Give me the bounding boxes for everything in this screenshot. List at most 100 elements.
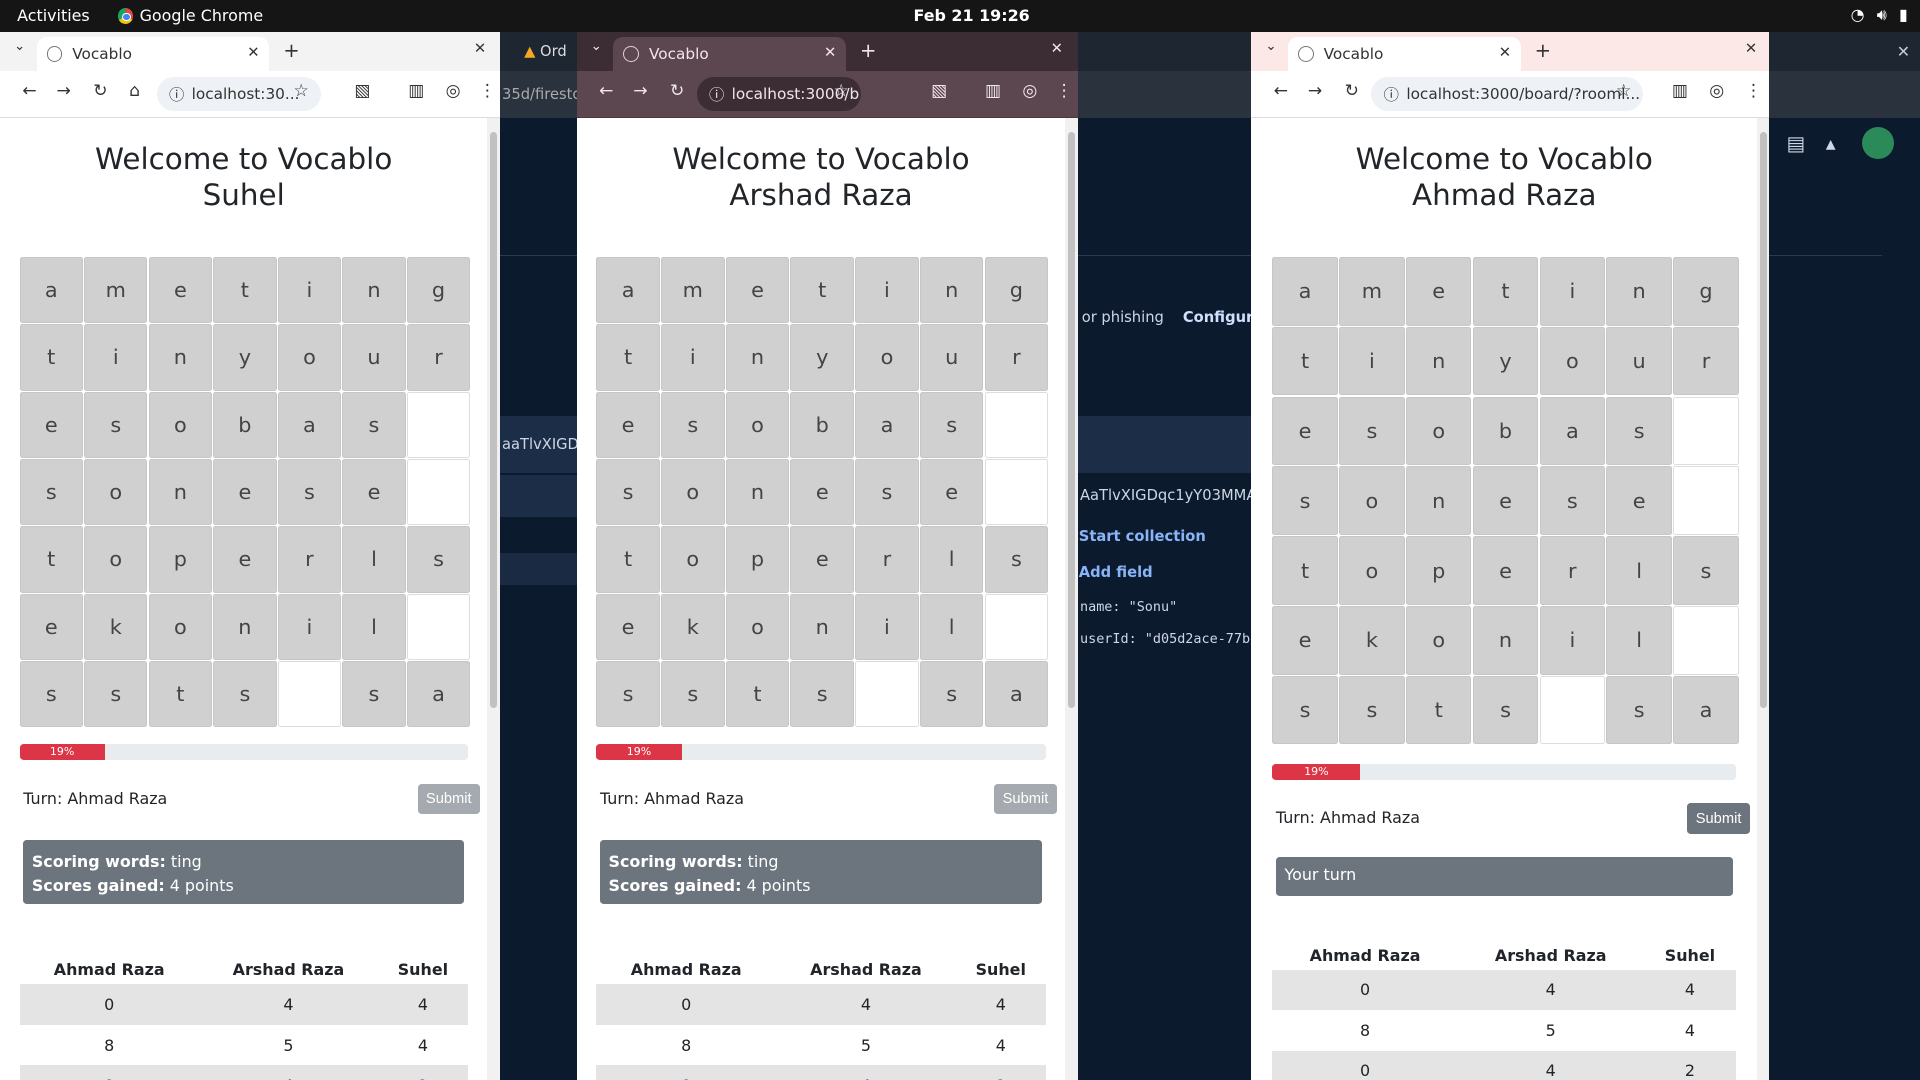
letter-cell[interactable]: o	[148, 391, 212, 458]
letter-cell[interactable]: s	[406, 526, 471, 593]
letter-cell[interactable]: s	[84, 661, 148, 728]
empty-cell[interactable]	[406, 593, 471, 660]
puzzle-icon[interactable]: ▧	[350, 81, 374, 101]
profile-icon[interactable]: ◎	[1018, 81, 1042, 101]
letter-cell[interactable]: y	[790, 324, 854, 391]
letter-cell[interactable]: a	[1272, 257, 1338, 326]
letter-cell[interactable]: t	[19, 526, 83, 593]
forward-icon[interactable]: →	[1303, 81, 1327, 101]
window-close-icon[interactable]: ✕	[468, 40, 492, 57]
letter-cell[interactable]: s	[661, 661, 725, 728]
letter-cell[interactable]: o	[1405, 606, 1472, 675]
letter-cell[interactable]: i	[1339, 326, 1405, 396]
letter-cell[interactable]: s	[855, 459, 919, 526]
letter-cell[interactable]: t	[1272, 536, 1338, 605]
scroll-thumb[interactable]	[1067, 132, 1076, 708]
letter-cell[interactable]: m	[1339, 257, 1405, 326]
tab-vocablo[interactable]: Vocablo ✕	[36, 36, 270, 71]
letter-cell[interactable]: b	[213, 391, 277, 458]
letter-cell[interactable]: k	[1339, 606, 1405, 675]
letter-cell[interactable]: s	[919, 661, 984, 728]
menu-icon[interactable]: ⋮	[1741, 81, 1765, 101]
letter-cell[interactable]: s	[596, 459, 660, 526]
sidepanel-icon[interactable]: ▥	[404, 81, 428, 101]
bookmark-star-icon[interactable]: ☆	[289, 81, 313, 101]
background-tab-orders[interactable]: ▲ Ord	[524, 43, 567, 60]
new-tab-icon[interactable]: +	[856, 39, 880, 62]
letter-cell[interactable]: n	[1405, 326, 1472, 396]
scroll-thumb[interactable]	[1759, 132, 1767, 708]
letter-cell[interactable]: r	[406, 324, 471, 391]
home-icon[interactable]: ⌂	[122, 81, 146, 101]
letter-cell[interactable]: n	[1606, 257, 1672, 326]
empty-cell[interactable]	[1673, 606, 1739, 675]
profile-icon[interactable]: ◎	[441, 81, 465, 101]
letter-cell[interactable]: t	[790, 257, 854, 324]
letter-cell[interactable]: n	[213, 593, 277, 660]
site-info-icon[interactable]: ⓘ	[1384, 83, 1399, 105]
back-icon[interactable]: ←	[17, 81, 41, 101]
letter-cell[interactable]: t	[19, 324, 83, 391]
close-icon[interactable]: ✕	[1897, 42, 1910, 61]
letter-cell[interactable]: e	[1272, 606, 1338, 675]
letter-cell[interactable]: l	[919, 593, 984, 660]
letter-cell[interactable]: b	[1472, 396, 1539, 466]
letter-cell[interactable]: o	[277, 324, 342, 391]
letter-cell[interactable]: e	[790, 526, 854, 593]
tab-search-chevron-icon[interactable]: ⌄	[1259, 39, 1283, 54]
letter-cell[interactable]: s	[1272, 675, 1338, 745]
letter-cell[interactable]: s	[1673, 536, 1739, 605]
letter-cell[interactable]: s	[596, 661, 660, 728]
letter-cell[interactable]: s	[342, 391, 406, 458]
letter-cell[interactable]: a	[277, 391, 342, 458]
letter-cell[interactable]: a	[1539, 396, 1606, 466]
letter-cell[interactable]: k	[661, 593, 725, 660]
letter-cell[interactable]: i	[277, 593, 342, 660]
letter-cell[interactable]: t	[1272, 326, 1338, 396]
clock[interactable]: Feb 21 19:26	[913, 6, 1029, 25]
tab-search-chevron-icon[interactable]: ⌄	[7, 39, 31, 54]
reload-icon[interactable]: ↻	[1340, 81, 1364, 101]
letter-cell[interactable]: n	[148, 459, 212, 526]
menu-icon[interactable]: ⋮	[475, 81, 499, 101]
puzzle-icon[interactable]: ▧	[927, 81, 951, 101]
letter-cell[interactable]: o	[661, 459, 725, 526]
empty-cell[interactable]	[1539, 675, 1606, 745]
letter-cell[interactable]: s	[919, 391, 984, 458]
letter-cell[interactable]: e	[19, 391, 83, 458]
letter-cell[interactable]: o	[1405, 396, 1472, 466]
avatar[interactable]	[1862, 127, 1895, 160]
letter-cell[interactable]: s	[19, 459, 83, 526]
letter-cell[interactable]: s	[342, 661, 406, 728]
letter-cell[interactable]: e	[596, 593, 660, 660]
letter-cell[interactable]: e	[19, 593, 83, 660]
letter-cell[interactable]: n	[342, 257, 406, 324]
letter-cell[interactable]: e	[725, 257, 790, 324]
letter-cell[interactable]: i	[84, 324, 148, 391]
letter-cell[interactable]: o	[661, 526, 725, 593]
letter-cell[interactable]: i	[855, 257, 919, 324]
letter-cell[interactable]: s	[1272, 466, 1338, 536]
letter-cell[interactable]: i	[1539, 257, 1606, 326]
letter-cell[interactable]: e	[1606, 466, 1672, 536]
letter-cell[interactable]: o	[1539, 326, 1606, 396]
letter-cell[interactable]: u	[342, 324, 406, 391]
letter-cell[interactable]: a	[19, 257, 83, 324]
empty-cell[interactable]	[855, 661, 919, 728]
reload-icon[interactable]: ↻	[665, 81, 689, 101]
letter-cell[interactable]: i	[855, 593, 919, 660]
site-info-icon[interactable]: ⓘ	[709, 83, 724, 105]
letter-cell[interactable]: b	[790, 391, 854, 458]
bell-icon[interactable]: ▴	[1826, 132, 1836, 155]
letter-cell[interactable]: l	[1606, 536, 1672, 605]
window-close-icon[interactable]: ✕	[1044, 40, 1068, 57]
letter-cell[interactable]: e	[148, 257, 212, 324]
address-bar[interactable]: ⓘ localhost:3000/board/?rooml...	[1371, 77, 1644, 112]
letter-cell[interactable]: p	[148, 526, 212, 593]
letter-cell[interactable]: m	[84, 257, 148, 324]
scrollbar[interactable]	[487, 117, 500, 1080]
letter-cell[interactable]: y	[1472, 326, 1539, 396]
letter-cell[interactable]: t	[1405, 675, 1472, 745]
letter-cell[interactable]: l	[342, 526, 406, 593]
tab-search-chevron-icon[interactable]: ⌄	[584, 39, 608, 54]
